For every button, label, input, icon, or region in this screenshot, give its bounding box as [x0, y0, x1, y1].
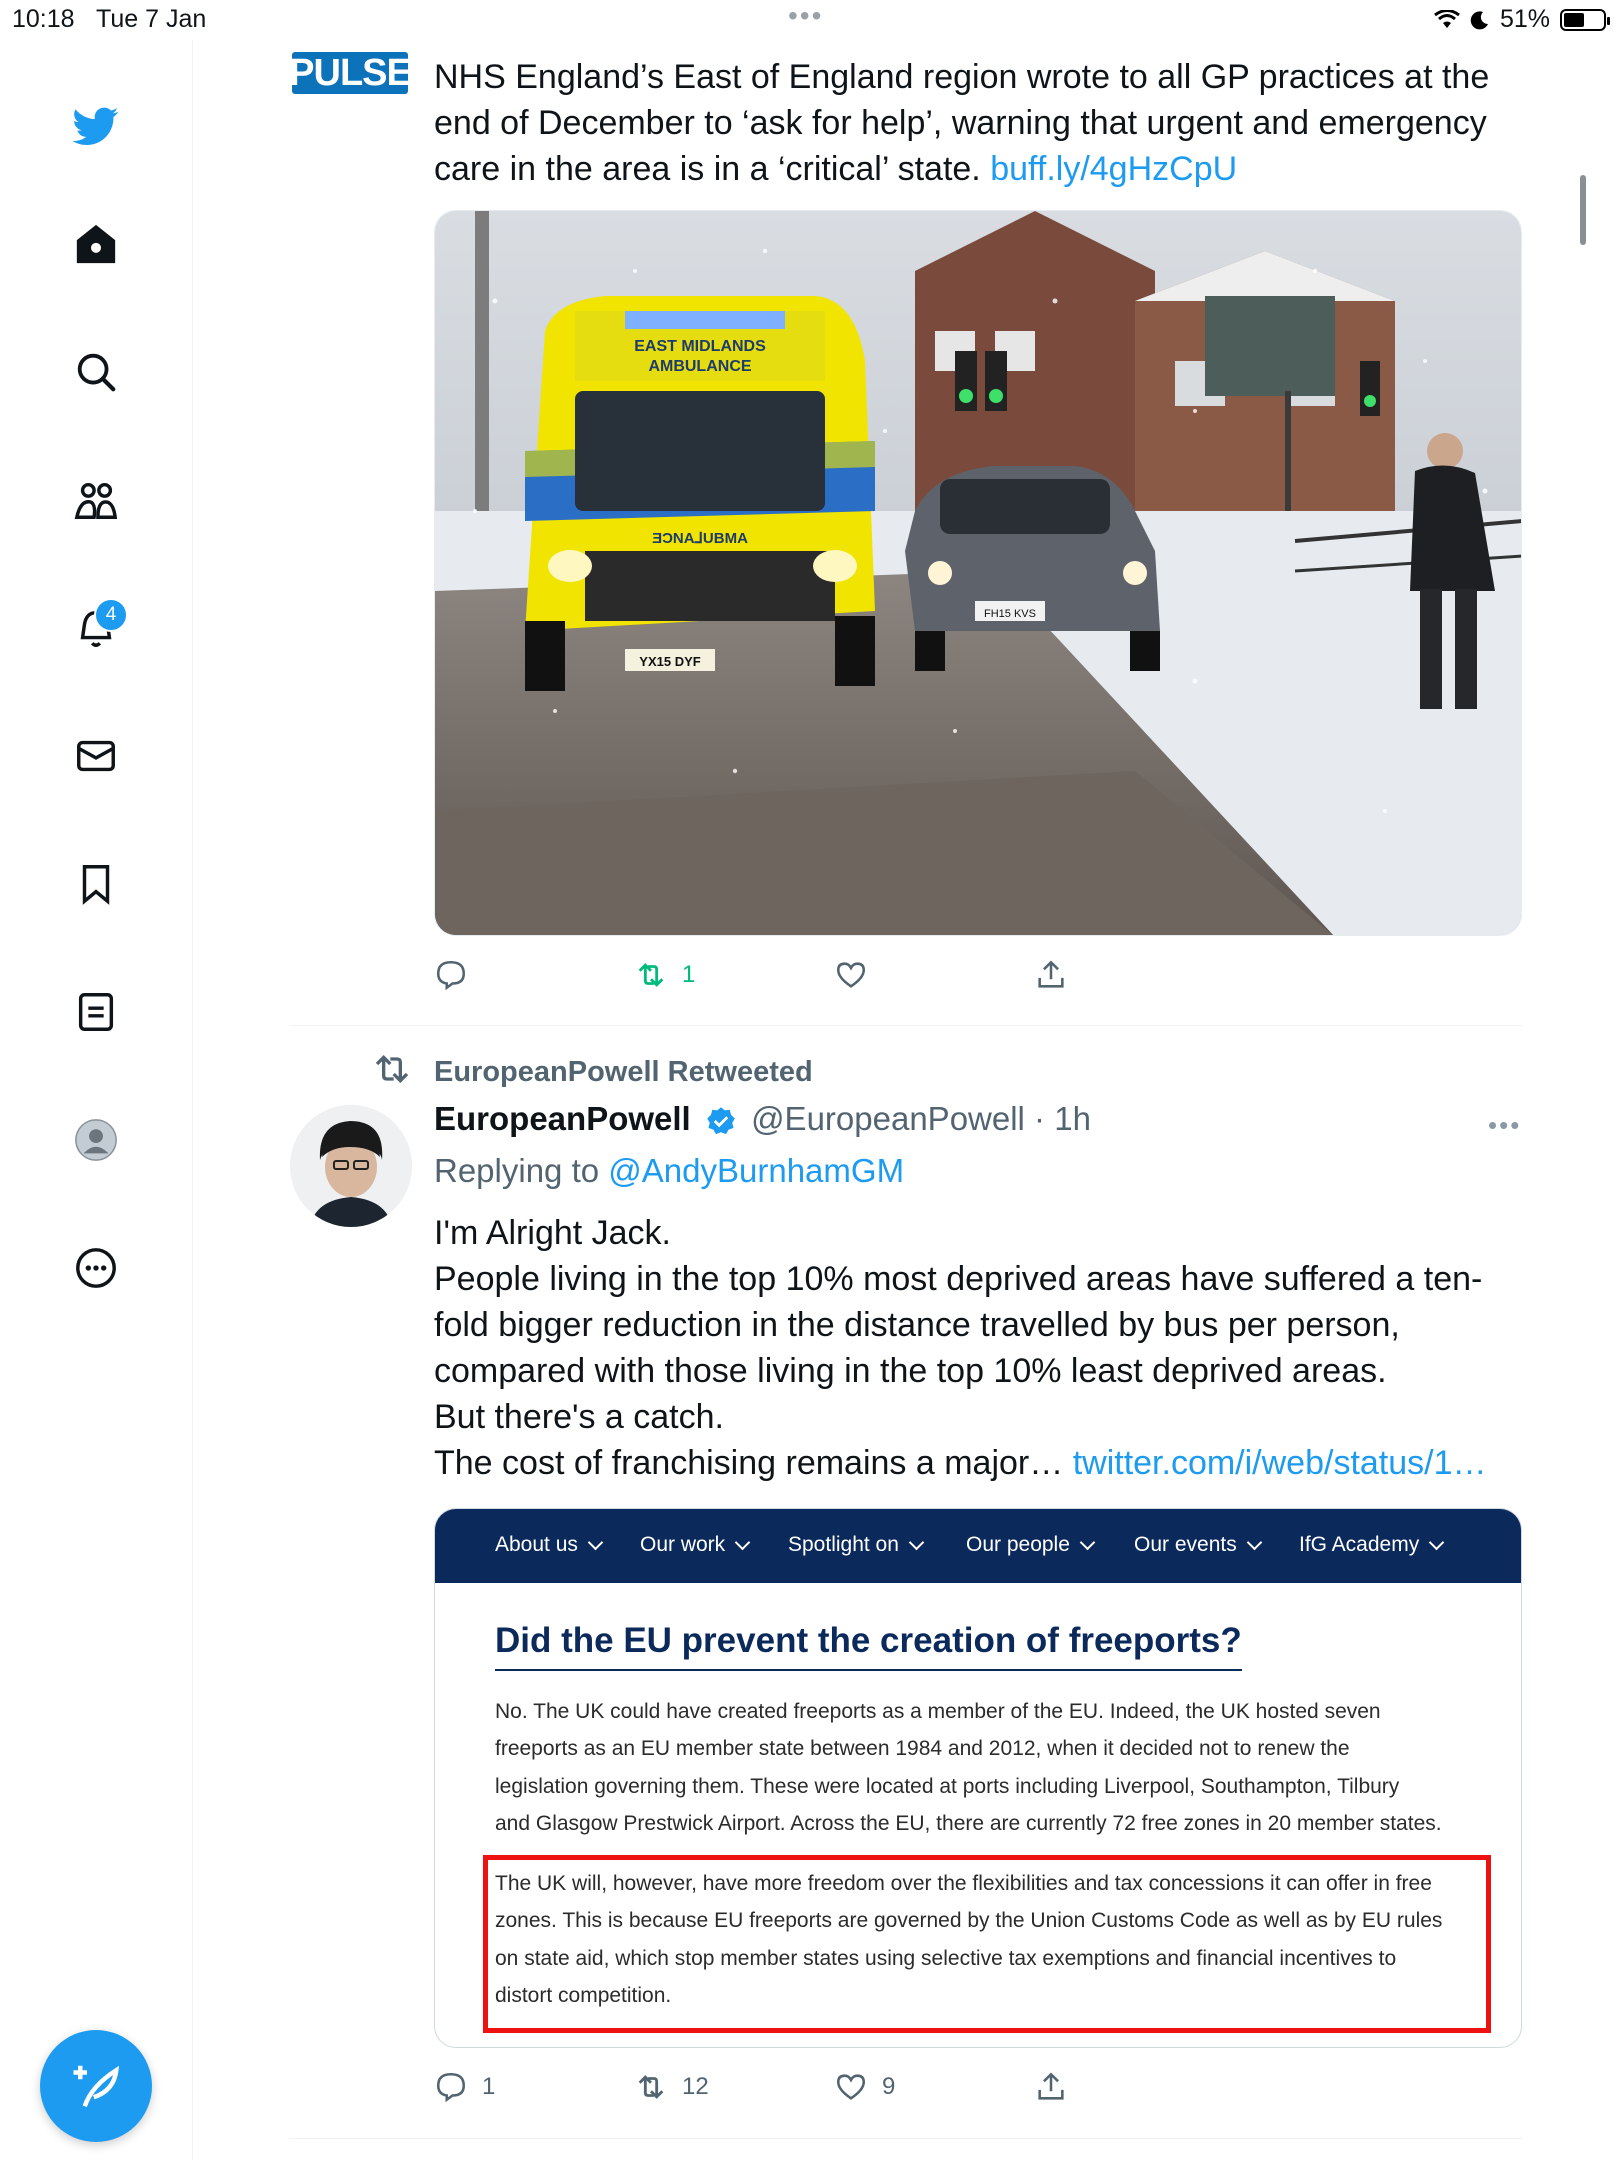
- tweet2-line-3: fold bigger reduction in the distance tr…: [434, 1306, 1400, 1344]
- verified-badge-icon: [707, 1107, 735, 1135]
- search-icon: [77, 353, 116, 392]
- ambulance-text-bottom: AMBULANCE: [648, 358, 751, 375]
- car-plate: FH15 KVS: [984, 608, 1036, 620]
- twitter-logo[interactable]: [60, 90, 132, 162]
- card-nav-our-people: Our people: [966, 1533, 1093, 1557]
- author-handle-time[interactable]: @EuropeanPowell · 1h: [751, 1100, 1091, 1137]
- card-para1-line-1: No. The UK could have created freeports …: [495, 1700, 1381, 1723]
- status-time: 10:18: [12, 5, 75, 33]
- card-para1-line-2: freeports as an EU member state between …: [495, 1737, 1350, 1760]
- tweet1-media-image[interactable]: EAST MIDLANDS AMBULANCE ƎƆNA⅃UBMA YX15 D…: [434, 210, 1522, 936]
- sidebar: 4: [0, 40, 193, 2160]
- nav-search[interactable]: [60, 336, 132, 408]
- tweet2-reply-count: 1: [482, 2073, 496, 2100]
- tweet2-link[interactable]: twitter.com/i/web/status/1…: [1073, 1444, 1487, 1482]
- tweet2-author-line: EuropeanPowell @EuropeanPowell · 1h: [434, 1100, 1091, 1138]
- tweet2-line-5: But there's a catch.: [434, 1398, 724, 1436]
- tweet2-share-button[interactable]: [1034, 2070, 1068, 2104]
- notification-badge: 4: [94, 598, 128, 632]
- card-title: Did the EU prevent the creation of freep…: [495, 1621, 1242, 1671]
- heart-icon: [836, 962, 866, 988]
- tweet1-like-button[interactable]: [834, 958, 868, 992]
- home-icon: [76, 224, 116, 264]
- retweeted-icon: [375, 1054, 409, 1084]
- card-nav-our-work: Our work: [640, 1533, 748, 1557]
- reply-icon: [436, 2072, 466, 2103]
- profile-avatar-icon: [75, 1119, 117, 1161]
- tweet2-last-line: The cost of franchising remains a major…: [434, 1444, 1064, 1482]
- reply-icon: [436, 960, 466, 991]
- nav-bookmarks[interactable]: [60, 848, 132, 920]
- replying-to-label: Replying to: [434, 1152, 600, 1189]
- nav-messages[interactable]: [60, 720, 132, 792]
- tweet2-line-6: The cost of franchising remains a major……: [434, 1440, 1487, 1486]
- tweet2-line-1: I'm Alright Jack.: [434, 1214, 672, 1252]
- nav-lists[interactable]: [60, 976, 132, 1048]
- retweeted-by-label[interactable]: EuropeanPowell Retweeted: [434, 1056, 813, 1089]
- compose-tweet-button[interactable]: [40, 2030, 152, 2142]
- pulse-logo-text: PULSE: [289, 51, 412, 94]
- retweet-icon: [638, 963, 664, 987]
- nav-notifications[interactable]: 4: [60, 592, 132, 664]
- tweet2-retweet-button[interactable]: 12: [634, 2070, 709, 2104]
- compose-feather-icon: [73, 2065, 120, 2108]
- tweet2-line-4: compared with those living in the top 10…: [434, 1352, 1387, 1390]
- red-highlight-box: [483, 1855, 1491, 2033]
- nav-home[interactable]: [60, 208, 132, 280]
- nav-more[interactable]: [60, 1232, 132, 1304]
- tweet-divider-bottom: [290, 2138, 1522, 2139]
- card-nav-about-us: About us: [495, 1533, 601, 1557]
- tweet1-retweet-button[interactable]: 1: [634, 958, 695, 992]
- tweet1-text-line-1: NHS England’s East of England region wro…: [434, 58, 1490, 96]
- nav-profile[interactable]: [60, 1104, 132, 1176]
- card-nav-bar: About us Our work Spotlight on Our peopl…: [435, 1509, 1521, 1583]
- card-para1-line-4: and Glasgow Prestwick Airport. Across th…: [495, 1812, 1442, 1835]
- card-nav-spotlight-on: Spotlight on: [788, 1533, 922, 1557]
- card-nav-our-events: Our events: [1134, 1533, 1260, 1557]
- tweet2-like-button[interactable]: 9: [834, 2070, 895, 2104]
- ambulance-snow-photo: EAST MIDLANDS AMBULANCE ƎƆNA⅃UBMA YX15 D…: [435, 211, 1521, 935]
- timeline: PULSE NHS England’s East of England regi…: [192, 0, 1592, 2160]
- tweet1-link[interactable]: buff.ly/4gHzCpU: [990, 150, 1237, 188]
- tweet2-retweet-count: 12: [682, 2073, 709, 2100]
- nav-communities[interactable]: [60, 464, 132, 536]
- heart-icon: [836, 2074, 866, 2100]
- tweet1-text-line-3-body: care in the area is in a ‘critical’ stat…: [434, 150, 981, 188]
- tweet1-reply-button[interactable]: [434, 958, 468, 992]
- author-avatar[interactable]: [290, 1105, 412, 1227]
- share-icon: [1038, 2072, 1064, 2100]
- tweet1-text-line-2: end of December to ‘ask for help’, warni…: [434, 104, 1487, 142]
- card-para1-line-3: legislation governing them. These were l…: [495, 1775, 1400, 1798]
- ambulance-plate: YX15 DYF: [639, 654, 700, 669]
- author-avatar-image: [290, 1105, 412, 1227]
- tweet1-share-button[interactable]: [1034, 958, 1068, 992]
- ambulance-mirror-text: ƎƆNA⅃UBMA: [652, 530, 748, 547]
- more-circle-icon: [76, 1248, 116, 1288]
- tweet1-retweet-count: 1: [682, 961, 696, 988]
- tweet-more-menu[interactable]: •••: [1488, 1110, 1521, 1141]
- bookmark-icon: [82, 865, 110, 905]
- card-nav-ifg-academy: IfG Academy: [1299, 1533, 1442, 1557]
- scrollbar[interactable]: [1580, 175, 1586, 245]
- share-icon: [1038, 960, 1064, 988]
- tweet1-text-line-3: care in the area is in a ‘critical’ stat…: [434, 146, 1237, 192]
- status-date: Tue 7 Jan: [96, 5, 207, 33]
- communities-icon: [74, 482, 118, 519]
- twitter-bird-icon: [73, 107, 119, 145]
- tweet2-media-image[interactable]: About us Our work Spotlight on Our peopl…: [434, 1508, 1522, 2048]
- ambulance-text-top: EAST MIDLANDS: [634, 338, 766, 355]
- pulse-avatar[interactable]: PULSE: [289, 51, 412, 94]
- tweet2-like-count: 9: [882, 2073, 896, 2100]
- replying-to-line: Replying to @AndyBurnhamGM: [434, 1152, 904, 1190]
- tweet2-line-2: People living in the top 10% most depriv…: [434, 1260, 1483, 1298]
- list-icon: [78, 993, 114, 1031]
- retweet-icon: [638, 2075, 664, 2099]
- tweet-divider: [290, 1025, 1522, 1026]
- author-name[interactable]: EuropeanPowell: [434, 1100, 691, 1137]
- replying-to-handle[interactable]: @AndyBurnhamGM: [608, 1152, 904, 1189]
- tweet2-reply-button[interactable]: 1: [434, 2070, 495, 2104]
- envelope-icon: [77, 740, 115, 772]
